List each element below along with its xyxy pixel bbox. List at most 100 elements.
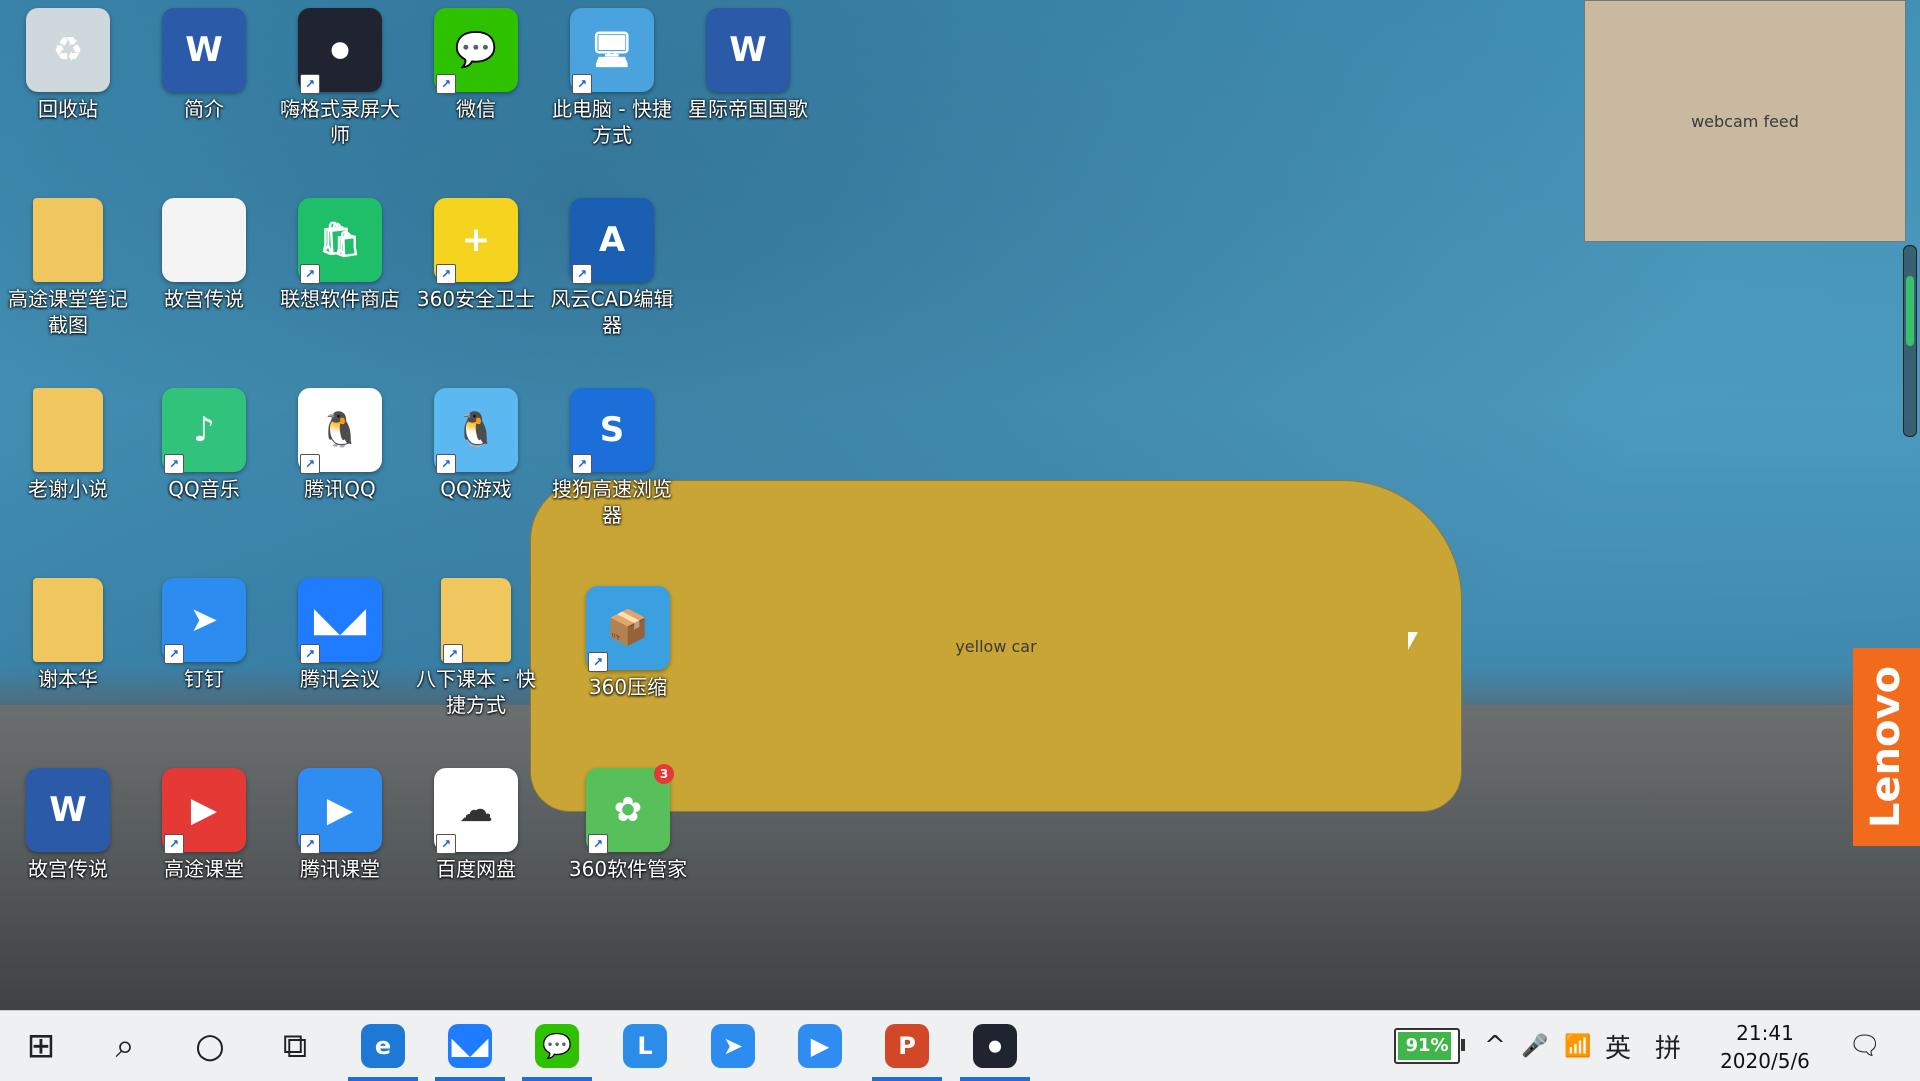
desktop-icon[interactable]: ☁ ↗ 百度网盘 — [408, 762, 544, 882]
desktop-icon-label: 老谢小说 — [28, 477, 108, 501]
folder-icon — [33, 578, 103, 662]
shortcut-arrow-icon: ↗ — [300, 834, 320, 854]
desktop-icon[interactable]: ◣◢ ↗ 腾讯会议 — [272, 572, 408, 692]
start-button[interactable]: ⊞ — [6, 1011, 76, 1081]
shortcut-arrow-icon: ↗ — [436, 454, 456, 474]
lenovo-store-icon: 🛍 ↗ — [298, 198, 382, 284]
side-scroll-handle[interactable] — [1903, 245, 1917, 437]
dingtalk-icon: ➤ — [711, 1024, 755, 1068]
taskbar-screen-recorder[interactable]: ⏺ — [960, 1011, 1030, 1081]
clock-date: 2020/5/6 — [1720, 1049, 1810, 1073]
360-software-manager-icon: ✿ ↗ 3 — [586, 764, 674, 854]
taskbar-powerpoint[interactable]: P — [872, 1011, 942, 1081]
desktop-icon[interactable]: + ↗ 360安全卫士 — [408, 192, 544, 312]
desktop-icon-label: QQ音乐 — [168, 477, 240, 501]
lenovo-tab-label: Lenovo — [1863, 665, 1910, 829]
folder-icon — [33, 198, 103, 282]
360-security-icon: + ↗ — [434, 198, 518, 284]
shortcut-arrow-icon: ↗ — [436, 74, 456, 94]
desktop-icon-label: 嗨格式录屏大 师 — [280, 97, 400, 147]
desktop-icon-label: 腾讯课堂 — [300, 857, 380, 881]
shortcut-arrow-icon: ↗ — [588, 834, 608, 854]
desktop-icon[interactable]: W 故宫传说 — [0, 762, 136, 882]
taskbar-dingtalk[interactable]: ➤ — [698, 1011, 768, 1081]
desktop-icon-label: 360软件管家 — [568, 857, 688, 881]
desktop-icon[interactable]: 高途课堂笔记 截图 — [0, 192, 136, 338]
taskbar-clock[interactable]: 21:41 2020/5/6 — [1700, 1019, 1830, 1075]
tray-chevron-icon[interactable]: ^ — [1475, 1011, 1515, 1081]
desktop-icon-label: 微信 — [456, 97, 496, 121]
desktop-icon-label: 腾讯QQ — [304, 477, 376, 501]
gaotu-classroom-icon: ▶ ↗ — [162, 768, 246, 854]
cortana-button[interactable]: ○ — [175, 1011, 245, 1081]
desktop-icon-label: 钉钉 — [184, 667, 224, 691]
edge-browser-icon: e — [361, 1024, 405, 1068]
desktop-icon-label: 谢本华 — [38, 667, 98, 691]
desktop-icon-label: 回收站 — [38, 97, 98, 121]
desktop-icon[interactable]: W 星际帝国国歌 — [680, 2, 816, 122]
desktop-icon-label: 腾讯会议 — [300, 667, 380, 691]
desktop-icon[interactable]: ⏺ ↗ 嗨格式录屏大 师 — [272, 2, 408, 148]
shortcut-arrow-icon: ↗ — [300, 454, 320, 474]
battery-indicator[interactable]: 91% — [1394, 1028, 1465, 1064]
lenovo-side-tab[interactable]: Lenovo — [1853, 648, 1920, 846]
wechat-icon: 💬 — [535, 1024, 579, 1068]
mouse-cursor — [1408, 632, 1418, 650]
desktop-icon[interactable]: ♻ 回收站 — [0, 2, 136, 122]
desktop-icon[interactable]: 📦 ↗ 360压缩 — [560, 580, 696, 700]
clock-time: 21:41 — [1736, 1021, 1794, 1045]
taskbar-tencent-classroom[interactable]: ▶ — [785, 1011, 855, 1081]
desktop-icon[interactable]: ♪ ↗ QQ音乐 — [136, 382, 272, 502]
ime-language-indicator[interactable]: 英 — [1598, 1011, 1638, 1081]
screen-recorder-icon: ⏺ ↗ — [298, 8, 382, 94]
folder-icon: ↗ — [441, 578, 511, 664]
desktop-icon[interactable]: 故宫传说 — [136, 192, 272, 312]
shortcut-arrow-icon: ↗ — [300, 644, 320, 664]
wifi-icon[interactable]: 📶 — [1558, 1011, 1598, 1081]
shortcut-arrow-icon: ↗ — [436, 264, 456, 284]
ime-mode-indicator[interactable]: 拼 — [1648, 1011, 1688, 1081]
desktop-icon[interactable]: A ↗ 风云CAD编辑 器 — [544, 192, 680, 338]
desktop-icon[interactable]: 🖥 ↗ 此电脑 - 快捷 方式 — [544, 2, 680, 148]
powerpoint-icon: P — [885, 1024, 929, 1068]
desktop-icon[interactable]: ✿ ↗ 3 360软件管家 — [560, 762, 696, 882]
word-doc-icon: W — [26, 768, 110, 852]
tencent-meeting-icon: ◣◢ — [448, 1024, 492, 1068]
taskbar-tencent-meeting[interactable]: ◣◢ — [435, 1011, 505, 1081]
desktop-icon[interactable]: 💬 ↗ 微信 — [408, 2, 544, 122]
shortcut-arrow-icon: ↗ — [164, 644, 184, 664]
desktop-icon-label: 此电脑 - 快捷 方式 — [552, 97, 672, 147]
desktop-icon[interactable]: ↗ 八下课本 - 快 捷方式 — [408, 572, 544, 718]
desktop-icon-label: 八下课本 - 快 捷方式 — [416, 667, 536, 717]
recycle-bin-icon: ♻ — [26, 8, 110, 92]
dingtalk-icon: ➤ ↗ — [162, 578, 246, 664]
shortcut-arrow-icon: ↗ — [443, 644, 463, 664]
taskbar-wechat[interactable]: 💬 — [522, 1011, 592, 1081]
microphone-icon[interactable]: 🎤 — [1515, 1011, 1555, 1081]
tencent-classroom-icon: ▶ — [798, 1024, 842, 1068]
desktop-icon-label: 百度网盘 — [436, 857, 516, 881]
desktop-icon-label: QQ游戏 — [440, 477, 512, 501]
desktop-icon[interactable]: 谢本华 — [0, 572, 136, 692]
task-view-button[interactable]: ⧉ — [260, 1011, 330, 1081]
desktop-icon[interactable]: 🐧 ↗ 腾讯QQ — [272, 382, 408, 502]
desktop-icon[interactable]: 🐧 ↗ QQ游戏 — [408, 382, 544, 502]
desktop-icon[interactable]: 🛍 ↗ 联想软件商店 — [272, 192, 408, 312]
notification-center-icon[interactable]: 🗨 — [1840, 1011, 1890, 1081]
taskbar-edge[interactable]: e — [348, 1011, 418, 1081]
qq-penguin-icon: 🐧 ↗ — [298, 388, 382, 474]
taskbar-lenovo-l[interactable]: L — [610, 1011, 680, 1081]
desktop-icon[interactable]: 老谢小说 — [0, 382, 136, 502]
shortcut-arrow-icon: ↗ — [572, 264, 592, 284]
desktop-icon[interactable]: ▶ ↗ 腾讯课堂 — [272, 762, 408, 882]
desktop-icon[interactable]: ▶ ↗ 高途课堂 — [136, 762, 272, 882]
webcam-overlay: webcam feed — [1584, 0, 1906, 242]
desktop-icon[interactable]: S ↗ 搜狗高速浏览 器 — [544, 382, 680, 528]
desktop-icon[interactable]: W 简介 — [136, 2, 272, 122]
windows-start-icon: ⊞ — [26, 1026, 56, 1066]
desktop-icon[interactable]: ➤ ↗ 钉钉 — [136, 572, 272, 692]
shortcut-arrow-icon: ↗ — [572, 454, 592, 474]
desktop-icon-label: 高途课堂笔记 截图 — [8, 287, 128, 337]
search-button[interactable]: ⌕ — [90, 1011, 160, 1081]
sogou-browser-icon: S ↗ — [570, 388, 654, 474]
